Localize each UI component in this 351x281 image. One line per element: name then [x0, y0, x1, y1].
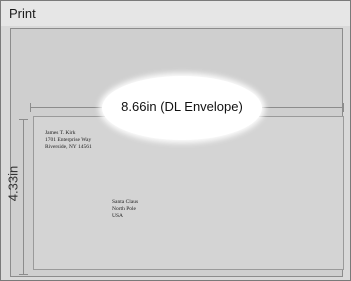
width-dimension-tick-right — [343, 103, 344, 112]
title-bar: Print — [1, 1, 350, 26]
return-address-line: James T. Kirk — [45, 130, 76, 136]
envelope-height-label: 4.33in — [5, 165, 21, 202]
envelope-width-label: 8.66in (DL Envelope) — [121, 99, 243, 114]
recipient-address-line: USA — [112, 213, 124, 219]
envelope-height-label-container: 4.33in — [5, 158, 21, 208]
recipient-address-line: Santa Claus — [112, 199, 139, 205]
height-dimension-line — [23, 119, 24, 275]
return-address-line: Riverside, NY 14561 — [45, 144, 92, 150]
return-address-line: 1701 Enterprise Way — [45, 137, 92, 143]
height-dimension-tick-bottom — [19, 274, 28, 275]
width-dimension-tick-left — [30, 103, 31, 112]
height-dimension-tick-top — [19, 119, 28, 120]
return-address: James T. Kirk 1701 Enterprise Way Rivers… — [45, 130, 92, 151]
window-title: Print — [9, 6, 36, 21]
recipient-address: Santa Claus North Pole USA — [112, 199, 138, 220]
recipient-address-line: North Pole — [112, 206, 136, 212]
